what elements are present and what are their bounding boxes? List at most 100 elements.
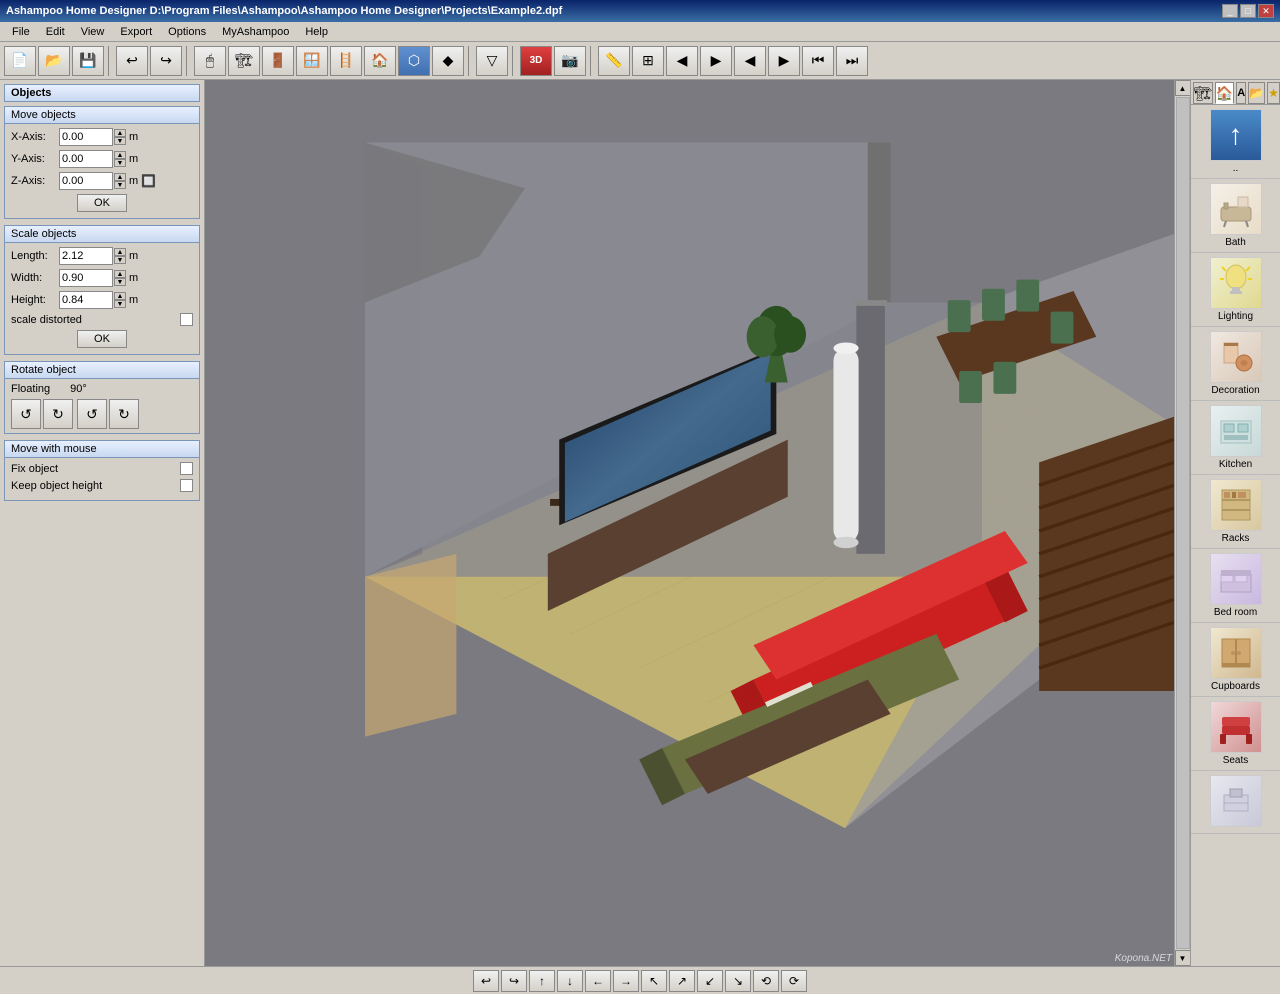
toolbar-window-tool[interactable]: 🪟 xyxy=(296,46,328,76)
toolbar-nav2[interactable]: ▶ xyxy=(700,46,732,76)
category-cupboards[interactable]: Cupboards xyxy=(1191,623,1280,697)
rotate-cw-button[interactable]: ↻ xyxy=(43,399,73,429)
category-kitchen[interactable]: Kitchen xyxy=(1191,401,1280,475)
x-axis-input[interactable] xyxy=(59,128,113,146)
y-axis-up[interactable]: ▲ xyxy=(114,151,126,159)
menu-file[interactable]: File xyxy=(4,24,38,40)
height-spinner[interactable]: ▲ ▼ xyxy=(114,292,126,308)
toolbar-redo[interactable]: ↪ xyxy=(150,46,182,76)
toolbar-diamond[interactable]: ◆ xyxy=(432,46,464,76)
rotate-90-cw-button[interactable]: ↻ xyxy=(109,399,139,429)
fix-object-checkbox[interactable] xyxy=(180,462,193,475)
z-axis-down[interactable]: ▼ xyxy=(114,181,126,189)
z-axis-spinner[interactable]: ▲ ▼ xyxy=(114,173,126,189)
toolbar-save[interactable]: 💾 xyxy=(72,46,104,76)
nav-nw[interactable]: ↖ xyxy=(641,970,667,992)
menu-export[interactable]: Export xyxy=(112,24,160,40)
rtab-star[interactable]: ★ xyxy=(1267,82,1280,104)
toolbar-undo[interactable]: ↩ xyxy=(116,46,148,76)
z-axis-input[interactable] xyxy=(59,172,113,190)
nav-se[interactable]: ↘ xyxy=(725,970,751,992)
nav-forward[interactable]: ↪ xyxy=(501,970,527,992)
category-bedroom[interactable]: Bed room xyxy=(1191,549,1280,623)
scale-ok-button[interactable]: OK xyxy=(77,330,127,348)
nav-rot-cw[interactable]: ⟳ xyxy=(781,970,807,992)
nav-back[interactable]: ↩ xyxy=(473,970,499,992)
scroll-down-arrow[interactable]: ▼ xyxy=(1175,950,1191,966)
z-axis-up[interactable]: ▲ xyxy=(114,173,126,181)
category-decoration[interactable]: Decoration xyxy=(1191,327,1280,401)
width-input[interactable] xyxy=(59,269,113,287)
length-up[interactable]: ▲ xyxy=(114,248,126,256)
width-spinner[interactable]: ▲ ▼ xyxy=(114,270,126,286)
maximize-button[interactable]: □ xyxy=(1240,4,1256,18)
title-buttons[interactable]: _ □ ✕ xyxy=(1222,4,1274,18)
keep-height-checkbox[interactable] xyxy=(180,479,193,492)
z-axis-icon[interactable]: 🔲 xyxy=(141,174,156,188)
toolbar-nav3[interactable]: ◀ xyxy=(734,46,766,76)
menu-view[interactable]: View xyxy=(73,24,113,40)
y-axis-down[interactable]: ▼ xyxy=(114,159,126,167)
x-axis-up[interactable]: ▲ xyxy=(114,129,126,137)
toolbar-measure[interactable]: 📏 xyxy=(598,46,630,76)
y-axis-spinner[interactable]: ▲ ▼ xyxy=(114,151,126,167)
rotate-ccw-button[interactable]: ↺ xyxy=(11,399,41,429)
length-input[interactable] xyxy=(59,247,113,265)
toolbar-nav5[interactable]: ⏮ xyxy=(802,46,834,76)
rtab-open[interactable]: 📂 xyxy=(1248,82,1265,104)
nav-down[interactable]: ↓ xyxy=(557,970,583,992)
nav-up[interactable]: ↑ xyxy=(529,970,555,992)
toolbar-stairs[interactable]: 🪜 xyxy=(330,46,362,76)
nav-right[interactable]: → xyxy=(613,970,639,992)
width-up[interactable]: ▲ xyxy=(114,270,126,278)
y-axis-input[interactable] xyxy=(59,150,113,168)
menu-options[interactable]: Options xyxy=(160,24,214,40)
toolbar-new[interactable]: 📄 xyxy=(4,46,36,76)
toolbar-camera[interactable]: 📷 xyxy=(554,46,586,76)
toolbar-funnel[interactable]: ▽ xyxy=(476,46,508,76)
toolbar-cursor[interactable]: 🖱 xyxy=(194,46,226,76)
scroll-up-arrow[interactable]: ▲ xyxy=(1175,80,1191,96)
toolbar-3d[interactable]: 3D xyxy=(520,46,552,76)
x-axis-spinner[interactable]: ▲ ▼ xyxy=(114,129,126,145)
nav-sw[interactable]: ↙ xyxy=(697,970,723,992)
rotate-90-ccw-button[interactable]: ↺ xyxy=(77,399,107,429)
menu-myashampoo[interactable]: MyAshampoo xyxy=(214,24,297,40)
category-racks[interactable]: Racks xyxy=(1191,475,1280,549)
category-up[interactable]: ↑ .. xyxy=(1191,105,1280,179)
height-up[interactable]: ▲ xyxy=(114,292,126,300)
toolbar-roof[interactable]: 🏠 xyxy=(364,46,396,76)
nav-left[interactable]: ← xyxy=(585,970,611,992)
nav-rot-ccw[interactable]: ⟲ xyxy=(753,970,779,992)
toolbar-door[interactable]: 🚪 xyxy=(262,46,294,76)
width-down[interactable]: ▼ xyxy=(114,278,126,286)
close-button[interactable]: ✕ xyxy=(1258,4,1274,18)
rtab-folder[interactable]: 🏗 xyxy=(1193,82,1213,104)
category-lighting[interactable]: Lighting xyxy=(1191,253,1280,327)
length-spinner[interactable]: ▲ ▼ xyxy=(114,248,126,264)
menu-help[interactable]: Help xyxy=(297,24,336,40)
rtab-home[interactable]: 🏠 xyxy=(1215,82,1234,104)
length-down[interactable]: ▼ xyxy=(114,256,126,264)
canvas-area[interactable]: Kopona.NET xyxy=(205,80,1174,966)
nav-ne[interactable]: ↗ xyxy=(669,970,695,992)
category-bath[interactable]: Bath xyxy=(1191,179,1280,253)
scale-distorted-checkbox[interactable] xyxy=(180,313,193,326)
toolbar-hex[interactable]: ⬡ xyxy=(398,46,430,76)
category-seats[interactable]: Seats xyxy=(1191,697,1280,771)
toolbar-nav1[interactable]: ◀ xyxy=(666,46,698,76)
toolbar-nav4[interactable]: ▶ xyxy=(768,46,800,76)
toolbar-grid[interactable]: ⊞ xyxy=(632,46,664,76)
minimize-button[interactable]: _ xyxy=(1222,4,1238,18)
toolbar-nav6[interactable]: ⏭ xyxy=(836,46,868,76)
height-input[interactable] xyxy=(59,291,113,309)
height-down[interactable]: ▼ xyxy=(114,300,126,308)
move-ok-button[interactable]: OK xyxy=(77,194,127,212)
category-misc[interactable] xyxy=(1191,771,1280,834)
scroll-track[interactable] xyxy=(1176,97,1190,949)
toolbar-wall[interactable]: 🏗 xyxy=(228,46,260,76)
toolbar-open[interactable]: 📂 xyxy=(38,46,70,76)
x-axis-down[interactable]: ▼ xyxy=(114,137,126,145)
rtab-text[interactable]: A xyxy=(1236,82,1246,104)
menu-edit[interactable]: Edit xyxy=(38,24,73,40)
